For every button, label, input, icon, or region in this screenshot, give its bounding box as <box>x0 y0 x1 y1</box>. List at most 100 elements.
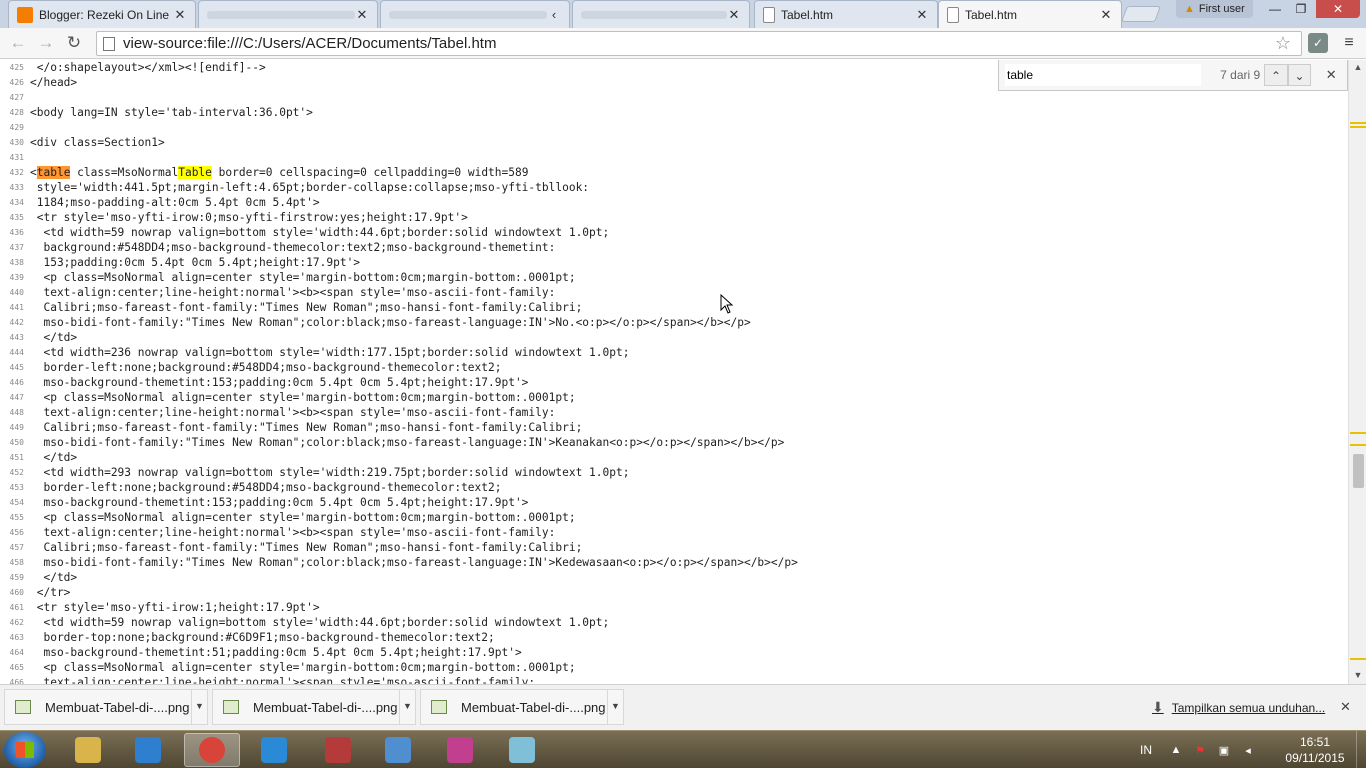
tab-blurred-3[interactable]: ✕ <box>572 0 750 28</box>
user-warning-icon: ▲ <box>1184 3 1195 15</box>
tab-blurred-1[interactable]: ✕ <box>198 0 378 28</box>
source-code-text: <body lang=IN style='tab-interval:36.0pt… <box>30 106 313 119</box>
volume-icon[interactable]: ◂ <box>1240 744 1256 757</box>
clock-time: 16:51 <box>1299 735 1331 749</box>
line-number: 445 <box>9 363 24 372</box>
calendar-app-taskbar-button[interactable] <box>310 733 366 767</box>
close-icon[interactable]: ✕ <box>915 7 929 23</box>
source-line: 433 style='width:441.5pt;margin-left:4.6… <box>0 180 1348 195</box>
find-previous-button[interactable]: ⌃ <box>1264 64 1288 86</box>
vertical-scrollbar[interactable]: ▲ ▼ <box>1348 60 1366 684</box>
close-icon[interactable]: ✕ <box>355 7 369 23</box>
line-number: 464 <box>9 648 24 657</box>
download-item[interactable]: Membuat-Tabel-di-....png ▼ <box>4 689 208 725</box>
download-menu-caret[interactable]: ▼ <box>607 690 623 724</box>
show-desktop-button[interactable] <box>1356 731 1366 768</box>
ie-taskbar-button[interactable] <box>246 733 302 767</box>
line-number: 430 <box>9 138 24 147</box>
source-code-text: text-align:center;line-height:normal'><b… <box>30 406 556 419</box>
line-number: 427 <box>9 93 24 102</box>
scroll-thumb[interactable] <box>1353 454 1364 488</box>
browser-toolbar: ← → ↻ ☆ ✓ ≡ <box>0 28 1366 59</box>
window-close-button[interactable]: ✕ <box>1316 0 1360 18</box>
back-button[interactable]: ← <box>6 32 30 54</box>
page-icon <box>763 6 775 23</box>
source-line: 454 mso-background-themetint:153;padding… <box>0 495 1348 510</box>
minimize-button[interactable]: — <box>1262 0 1288 18</box>
show-all-downloads-link[interactable]: ⬇ Tampilkan semua unduhan... <box>1152 699 1325 716</box>
find-next-button[interactable]: ⌄ <box>1287 64 1312 86</box>
find-result-count: 7 dari 9 <box>1220 68 1261 82</box>
line-number: 465 <box>9 663 24 672</box>
download-menu-caret[interactable]: ▼ <box>191 690 207 724</box>
find-input[interactable] <box>1005 64 1202 86</box>
user-badge[interactable]: ▲ First user <box>1176 0 1253 18</box>
source-code-text: mso-background-themetint:153;padding:0cm… <box>30 496 529 509</box>
source-line: 434 1184;mso-padding-alt:0cm 5.4pt 0cm 5… <box>0 195 1348 210</box>
source-line: 440 text-align:center;line-height:normal… <box>0 285 1348 300</box>
source-line: 463 border-top:none;background:#C6D9F1;m… <box>0 630 1348 645</box>
line-number: 433 <box>9 183 24 192</box>
source-code-text: 1184;mso-padding-alt:0cm 5.4pt 0cm 5.4pt… <box>30 196 320 209</box>
menu-icon[interactable]: ≡ <box>1339 33 1359 53</box>
source-line: 431 <box>0 150 1348 165</box>
tab-blogger[interactable]: Blogger: Rezeki On Line ✕ <box>8 0 196 28</box>
show-all-downloads-label: Tampilkan semua unduhan... <box>1171 700 1326 715</box>
line-number: 463 <box>9 633 24 642</box>
close-icon[interactable]: ✕ <box>1099 7 1113 23</box>
explorer-taskbar-button[interactable] <box>60 733 116 767</box>
source-code-text: </td> <box>30 571 78 584</box>
download-menu-caret[interactable]: ▼ <box>399 690 415 724</box>
download-item[interactable]: Membuat-Tabel-di-....png ▼ <box>212 689 416 725</box>
source-line: 446 mso-background-themetint:153;padding… <box>0 375 1348 390</box>
calendar-app-icon <box>325 737 351 763</box>
media-player-taskbar-button[interactable] <box>120 733 176 767</box>
forward-button[interactable]: → <box>34 32 58 54</box>
action-center-flag-icon[interactable]: ⚑ <box>1192 744 1208 757</box>
download-shelf: Membuat-Tabel-di-....png ▼ Membuat-Tabel… <box>0 684 1366 730</box>
source-code-text: border-left:none;background:#548DD4;mso-… <box>30 361 502 374</box>
download-item[interactable]: Membuat-Tabel-di-....png ▼ <box>420 689 624 725</box>
tab-title: Tabel.htm <box>781 7 834 22</box>
close-icon[interactable]: ✕ <box>727 7 741 23</box>
find-close-button[interactable]: ✕ <box>1321 67 1341 83</box>
source-code-text: </td> <box>30 331 78 344</box>
extension-icon[interactable]: ✓ <box>1308 33 1328 53</box>
snagit-taskbar-button[interactable] <box>432 733 488 767</box>
tab-tabel-1[interactable]: Tabel.htm ✕ <box>754 0 938 28</box>
language-indicator[interactable]: IN <box>1140 743 1152 757</box>
clock-date: 09/11/2015 <box>1285 751 1345 765</box>
source-code-text: <p class=MsoNormal align=center style='m… <box>30 271 576 284</box>
bookmark-star-icon[interactable]: ☆ <box>1275 33 1291 54</box>
address-bar[interactable]: ☆ <box>96 31 1302 56</box>
scroll-down-arrow[interactable]: ▼ <box>1349 668 1366 682</box>
notepad-taskbar-button[interactable] <box>494 733 550 767</box>
source-code-text: text-align:center;line-height:normal'><b… <box>30 526 556 539</box>
reload-button[interactable]: ↻ <box>62 32 86 54</box>
source-line: 441 Calibri;mso-fareast-font-family:"Tim… <box>0 300 1348 315</box>
chrome-taskbar-button[interactable] <box>184 733 240 767</box>
source-line: 432 <table class=MsoNormalTable border=0 … <box>0 165 1348 180</box>
tab-blurred-2[interactable]: ‹ <box>380 0 570 28</box>
source-code-text: <tr style='mso-yfti-irow:1;height:17.9pt… <box>30 601 320 614</box>
source-line: 464 mso-background-themetint:51;padding:… <box>0 645 1348 660</box>
line-number: 438 <box>9 258 24 267</box>
scroll-up-arrow[interactable]: ▲ <box>1349 60 1366 74</box>
start-button[interactable] <box>4 732 46 768</box>
source-code-text: Calibri;mso-fareast-font-family:"Times N… <box>30 301 583 314</box>
source-view: 425 </o:shapelayout></xml><![endif]--> 42… <box>0 60 1348 684</box>
clock[interactable]: 16:51 09/11/2015 <box>1280 734 1350 766</box>
source-code-text: <table class=MsoNormalTable border=0 cel… <box>30 166 529 179</box>
control-panel-taskbar-button[interactable] <box>370 733 426 767</box>
find-match-marker <box>1350 658 1366 660</box>
line-number: 454 <box>9 498 24 507</box>
network-icon[interactable]: ▣ <box>1216 744 1232 757</box>
tab-title: Tabel.htm <box>965 7 1018 22</box>
new-tab-button[interactable] <box>1121 6 1161 22</box>
maximize-button[interactable]: ❐ <box>1288 0 1314 18</box>
close-icon[interactable]: ✕ <box>173 7 187 23</box>
download-shelf-close-button[interactable]: ✕ <box>1340 699 1351 715</box>
address-input[interactable] <box>123 35 1263 52</box>
show-hidden-icons-icon[interactable]: ▲ <box>1168 744 1184 756</box>
tab-tabel-2[interactable]: Tabel.htm ✕ <box>938 0 1122 28</box>
